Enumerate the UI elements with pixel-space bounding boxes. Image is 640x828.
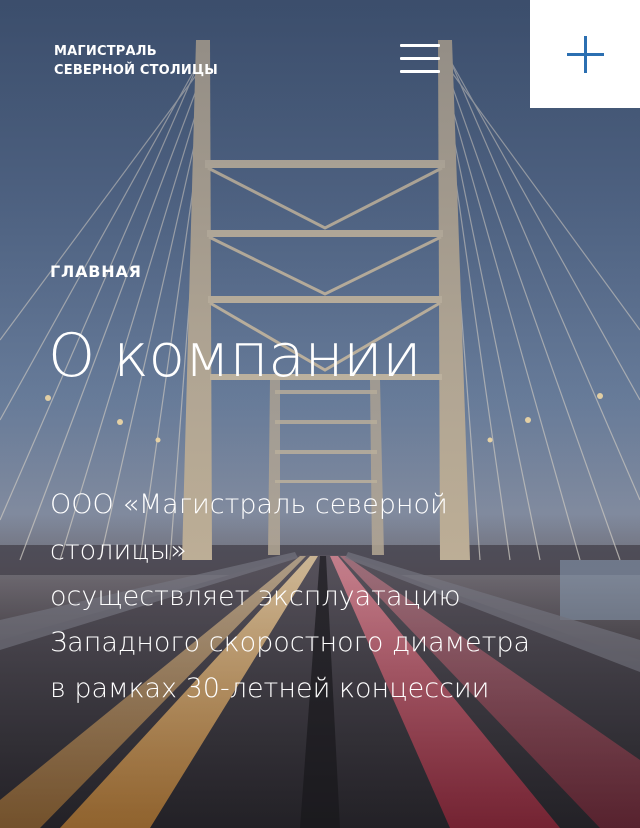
menu-bar [400,57,440,60]
page-title: О компании [48,321,422,391]
company-logo[interactable]: МАГИСТРАЛЬ СЕВЕРНОЙ СТОЛИЦЫ [54,42,254,80]
breadcrumb-home[interactable]: ГЛАВНАЯ [50,262,142,281]
logo-line-2: СЕВЕРНОЙ СТОЛИЦЫ [54,63,218,78]
menu-bar [400,44,440,47]
description-line: в рамках 30-летней концессии [50,673,490,704]
plus-button[interactable] [530,0,640,108]
menu-bar [400,70,440,73]
description-line: столицы» [50,535,187,566]
description-line: ООО «Магистраль северной [50,489,448,520]
description-line: Западного скоростного диаметра [50,627,531,658]
company-description: ООО «Магистраль северной столицы» осущес… [50,482,625,712]
logo-line-1: МАГИСТРАЛЬ [54,44,157,59]
hamburger-menu-icon[interactable] [398,40,442,78]
description-line: осуществляет эксплуатацию [50,581,461,612]
plus-icon-vertical [584,36,587,73]
